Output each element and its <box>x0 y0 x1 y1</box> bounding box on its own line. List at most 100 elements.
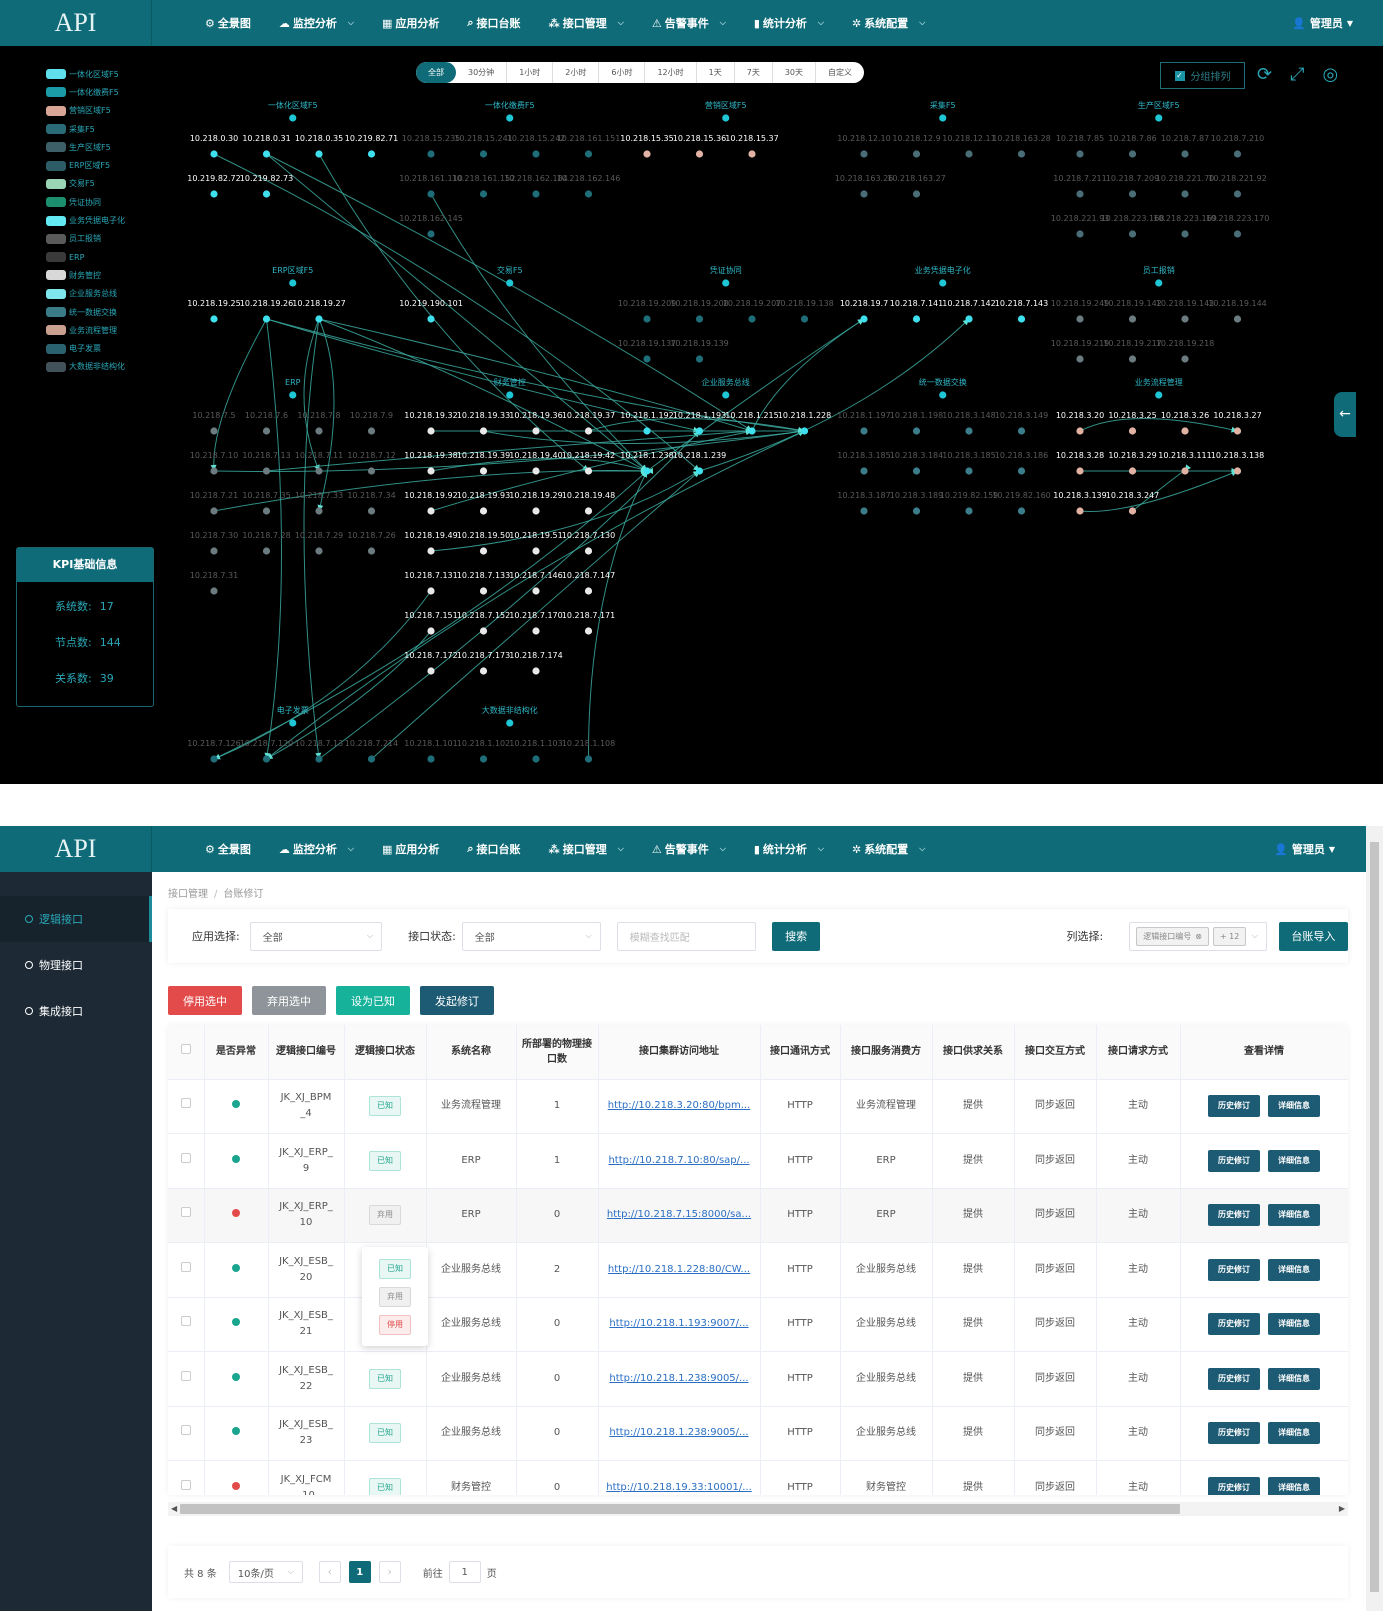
topology-node[interactable] <box>695 467 704 475</box>
topology-node[interactable] <box>427 427 435 435</box>
current-page[interactable]: 1 <box>348 1561 371 1583</box>
topology-node[interactable] <box>1076 150 1084 158</box>
status-badge[interactable]: 已知 <box>369 1096 401 1117</box>
cluster-url-link[interactable]: http://10.218.1.238:9005/... <box>602 1425 757 1441</box>
topology-node[interactable] <box>1017 150 1026 158</box>
history-revision-button[interactable]: 历史修订 <box>1208 1258 1260 1281</box>
group-hub-node[interactable] <box>506 279 514 287</box>
topology-node[interactable] <box>210 507 218 515</box>
topology-node[interactable] <box>532 467 540 475</box>
status-badge[interactable]: 已知 <box>369 1150 401 1171</box>
history-revision-button[interactable]: 历史修订 <box>1208 1367 1260 1390</box>
topology-node[interactable] <box>367 547 376 555</box>
history-revision-button[interactable]: 历史修订 <box>1208 1422 1260 1445</box>
status-badge[interactable]: 已知 <box>369 1423 401 1444</box>
topology-node[interactable] <box>860 467 868 475</box>
topology-node[interactable] <box>315 467 323 475</box>
vertical-scrollbar[interactable] <box>1366 826 1383 1611</box>
prev-page-button[interactable]: ‹ <box>318 1561 341 1583</box>
group-hub-node[interactable] <box>722 391 730 399</box>
topology-node[interactable] <box>860 427 868 435</box>
topology-node[interactable] <box>800 427 809 435</box>
table-row[interactable]: JK_XJ_ESB_22 已知 企业服务总线 0 http://10.218.1.238… <box>168 1351 1348 1407</box>
topology-node[interactable] <box>532 627 540 635</box>
bulk-action-button-1[interactable]: 弃用选中 <box>252 986 326 1015</box>
table-row[interactable]: JK_XJ_FCM_10已知财务管控0http://10.218.19.33:1… <box>168 1460 1348 1495</box>
topology-node[interactable] <box>210 587 218 595</box>
topology-node[interactable] <box>643 355 651 363</box>
topology-node[interactable] <box>210 190 218 198</box>
topology-node[interactable] <box>532 427 540 435</box>
topology-node[interactable] <box>427 190 435 198</box>
status-badge[interactable]: 弃用 <box>369 1205 401 1226</box>
topology-node[interactable] <box>965 150 973 158</box>
table-row[interactable]: JK_XJ_BPM_4 已知 业务流程管理 1 http://10.218.3.20:8… <box>168 1079 1348 1134</box>
nav-item-0[interactable]: ⚙ 全景图 <box>205 841 251 857</box>
topology-node[interactable] <box>584 587 593 595</box>
topology-node[interactable] <box>262 427 271 435</box>
topology-node[interactable] <box>427 547 435 555</box>
topology-graph[interactable]: 一体化区域F5 10.218.0.30 10.218.0.31 10.218.0.35… <box>0 0 1383 784</box>
topology-node[interactable] <box>479 190 488 198</box>
detail-info-button[interactable]: 详细信息 <box>1268 1367 1320 1390</box>
topology-node[interactable] <box>427 230 435 238</box>
sidebar-item-1[interactable]: 物理接口 <box>0 942 152 988</box>
topology-node[interactable] <box>1128 190 1137 198</box>
topology-node[interactable] <box>1181 150 1189 158</box>
topology-node[interactable] <box>965 427 973 435</box>
sidebar-item-0[interactable]: 逻辑接口 <box>0 896 152 942</box>
topology-node[interactable] <box>643 315 651 323</box>
group-hub-node[interactable] <box>939 279 947 287</box>
row-checkbox[interactable] <box>180 1370 191 1381</box>
topology-node[interactable] <box>1076 190 1084 198</box>
topology-node[interactable] <box>695 150 704 158</box>
topology-node[interactable] <box>1181 190 1189 198</box>
nav-item-1[interactable]: ☁ 监控分析 ⌵ <box>279 841 354 857</box>
topology-node[interactable] <box>1128 315 1137 323</box>
topology-node[interactable] <box>643 467 651 475</box>
table-row[interactable]: JK_XJ_ESB_23 已知 企业服务总线 0 http://10.218.1.238… <box>168 1406 1348 1461</box>
cluster-url-link[interactable]: http://10.218.3.20:80/bpm... <box>602 1098 757 1114</box>
history-revision-button[interactable]: 历史修订 <box>1208 1313 1260 1336</box>
import-ledger-button[interactable]: 台账导入 <box>1278 921 1348 951</box>
topology-node[interactable] <box>965 507 973 515</box>
nav-item-5[interactable]: ⚠ 告警事件 ⌵ <box>652 841 726 857</box>
topology-node[interactable] <box>1181 315 1189 323</box>
close-circle-icon[interactable]: ⊗ <box>1195 932 1202 941</box>
next-page-button[interactable]: › <box>378 1561 401 1583</box>
breadcrumb-item[interactable]: 接口管理 <box>168 889 208 900</box>
topology-node[interactable] <box>427 467 435 475</box>
topology-node[interactable] <box>479 150 488 158</box>
app-select[interactable]: 全部 ⌵ <box>249 921 383 951</box>
topology-node[interactable] <box>1128 150 1137 158</box>
cluster-url-link[interactable]: http://10.218.7.10:80/sap/... <box>602 1153 757 1169</box>
topology-node[interactable] <box>479 667 488 675</box>
topology-node[interactable] <box>532 547 540 555</box>
topology-node[interactable] <box>1128 355 1137 363</box>
topology-node[interactable] <box>584 190 593 198</box>
bulk-action-button-0[interactable]: 停用选中 <box>168 986 242 1015</box>
topology-node[interactable] <box>1128 467 1137 475</box>
topology-node[interactable] <box>532 587 540 595</box>
nav-item-6[interactable]: ▮ 统计分析 ⌵ <box>754 841 824 857</box>
topology-node[interactable] <box>532 150 540 158</box>
topology-node[interactable] <box>427 627 435 635</box>
topology-node[interactable] <box>912 467 921 475</box>
topology-node[interactable] <box>479 587 488 595</box>
row-checkbox[interactable] <box>180 1261 191 1272</box>
table-row[interactable]: JK_XJ_ESB_20 企业服务总线 2 http://10.218.1.228:8… <box>168 1242 1348 1298</box>
group-hub-node[interactable] <box>722 114 730 122</box>
column-select[interactable]: 逻辑接口编号 ⊗ + 12 ⌵ <box>1129 921 1267 951</box>
status-select[interactable]: 全部 ⌵ <box>461 921 601 951</box>
topology-node[interactable] <box>1233 190 1242 198</box>
detail-info-button[interactable]: 详细信息 <box>1268 1422 1320 1445</box>
topology-node[interactable] <box>262 315 271 323</box>
row-checkbox[interactable] <box>180 1316 191 1327</box>
scroll-thumb[interactable] <box>180 1504 1180 1514</box>
group-hub-node[interactable] <box>1155 114 1163 122</box>
select-all-checkbox[interactable] <box>180 1044 191 1055</box>
topology-node[interactable] <box>479 547 488 555</box>
detail-info-button[interactable]: 详细信息 <box>1268 1313 1320 1336</box>
topology-node[interactable] <box>427 150 435 158</box>
history-revision-button[interactable]: 历史修订 <box>1208 1476 1260 1495</box>
